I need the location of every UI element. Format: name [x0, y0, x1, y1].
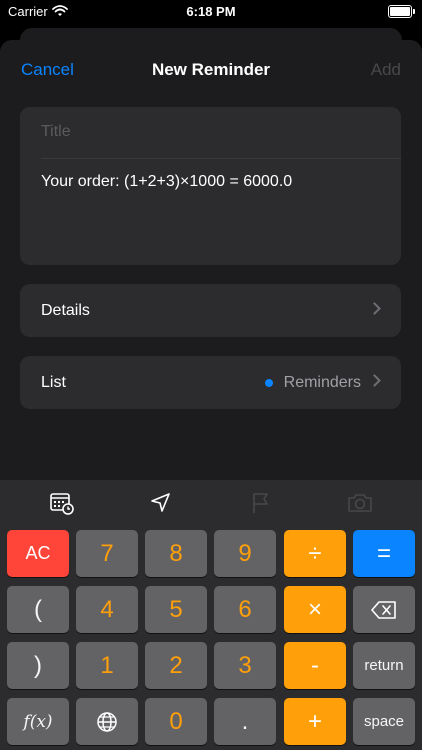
- chevron-right-icon: [368, 302, 381, 315]
- navigation-bar: Cancel New Reminder Add: [0, 40, 422, 100]
- digit-3-key[interactable]: 3: [214, 642, 276, 689]
- equals-key[interactable]: =: [353, 530, 415, 577]
- chevron-right-icon: [368, 374, 381, 387]
- digit-1-key[interactable]: 1: [76, 642, 138, 689]
- title-input[interactable]: Title: [41, 123, 71, 141]
- calendar-clock-icon[interactable]: [49, 490, 75, 516]
- digit-5-key[interactable]: 5: [145, 586, 207, 633]
- reminder-toolbar: [0, 480, 422, 526]
- decimal-key[interactable]: .: [214, 698, 276, 745]
- globe-key[interactable]: [76, 698, 138, 745]
- multiply-key[interactable]: ×: [284, 586, 346, 633]
- notes-field[interactable]: Your order: (1+2+3)×1000 = 6000.0: [41, 173, 292, 191]
- divider: [41, 158, 401, 159]
- close-paren-key[interactable]: ): [7, 642, 69, 689]
- battery-icon: [388, 5, 415, 18]
- digit-6-key[interactable]: 6: [214, 586, 276, 633]
- list-color-dot: [265, 379, 273, 387]
- function-key[interactable]: f(x): [7, 698, 69, 745]
- title-notes-card: Title Your order: (1+2+3)×1000 = 6000.0: [20, 107, 401, 265]
- clear-key[interactable]: AC: [7, 530, 69, 577]
- plus-key[interactable]: +: [284, 698, 346, 745]
- digit-0-key[interactable]: 0: [145, 698, 207, 745]
- backspace-icon: [371, 600, 396, 619]
- details-row[interactable]: Details: [20, 284, 401, 337]
- return-key[interactable]: return: [353, 642, 415, 689]
- page-title: New Reminder: [151, 60, 271, 79]
- flag-icon[interactable]: [248, 490, 274, 516]
- list-row[interactable]: List Reminders: [20, 356, 401, 409]
- digit-2-key[interactable]: 2: [145, 642, 207, 689]
- divide-key[interactable]: ÷: [284, 530, 346, 577]
- calculator-keyboard: AC 7 8 9 ÷ = ( 4 5 6 × ) 1 2 3 - return …: [0, 480, 422, 750]
- status-time: 6:18 PM: [186, 4, 236, 19]
- list-value: Reminders: [283, 374, 361, 391]
- digit-9-key[interactable]: 9: [214, 530, 276, 577]
- status-bar: Carrier 6:18 PM: [0, 0, 422, 24]
- location-arrow-icon[interactable]: [148, 490, 174, 516]
- globe-icon: [97, 711, 117, 732]
- details-label: Details: [41, 302, 90, 319]
- digit-7-key[interactable]: 7: [76, 530, 138, 577]
- camera-icon[interactable]: [346, 490, 372, 516]
- open-paren-key[interactable]: (: [7, 586, 69, 633]
- digit-4-key[interactable]: 4: [76, 586, 138, 633]
- minus-key[interactable]: -: [284, 642, 346, 689]
- digit-8-key[interactable]: 8: [145, 530, 207, 577]
- backspace-key[interactable]: [353, 586, 415, 633]
- add-button[interactable]: Add: [371, 60, 401, 80]
- space-key[interactable]: space: [353, 698, 415, 745]
- list-label: List: [41, 374, 66, 391]
